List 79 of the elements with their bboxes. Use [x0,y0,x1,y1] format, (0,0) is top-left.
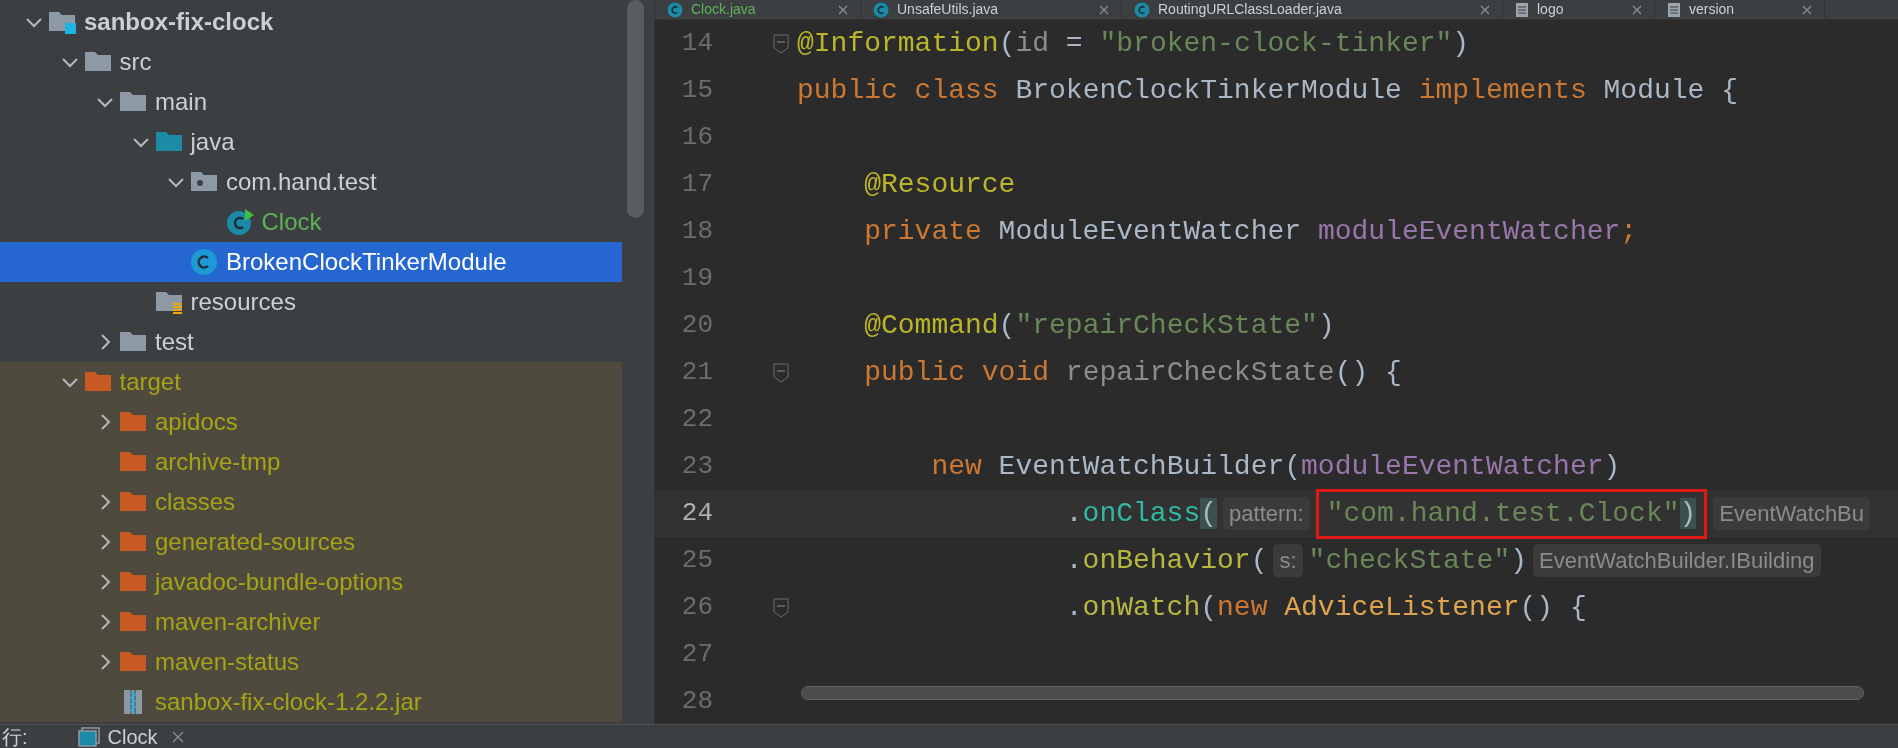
close-icon [1802,4,1812,15]
tree-item-label: src [119,47,152,77]
code-text: new EventWatchBuilder(moduleEventWatcher) [931,449,1621,484]
class-icon [190,248,218,276]
code-text: @Command("repairCheckState") [864,308,1335,343]
line-number: 15 [680,74,713,107]
tree-item-label: generated-sources [155,527,356,557]
tree-item[interactable]: sanbox-fix-clock [0,2,622,42]
class-icon [1134,1,1150,18]
tree-item-label: test [155,327,194,357]
editor-tab[interactable]: UnsafeUtils.java [861,0,1122,19]
editor-tab[interactable]: version [1655,0,1825,19]
tree-item-label: classes [155,487,236,517]
line-number: 28 [680,685,713,718]
scrollbar-thumb[interactable] [627,0,644,218]
line-number: 16 [680,121,713,154]
code-text: public void repairCheckState() { [864,355,1402,390]
tree-item-label: javadoc-bundle-options [155,567,404,597]
inlay-hint: pattern: [1223,497,1310,530]
inlay-hint: s: [1273,544,1303,577]
tree-item-label: BrokenClockTinkerModule [226,247,507,277]
line-number: 24 [680,497,713,530]
close-icon [838,4,848,15]
line-number: 17 [680,168,713,201]
editor-tab[interactable]: logo [1503,0,1655,19]
horizontal-scrollbar[interactable] [801,686,1864,700]
tree-item[interactable]: src [0,42,622,82]
class-icon [667,1,683,18]
close-icon [1632,4,1642,15]
line-number: 19 [680,262,713,295]
code-text: private ModuleEventWatcher moduleEventWatcher; [864,214,1638,249]
tree-item-label: target [119,367,181,397]
runnable-class-icon [225,208,254,236]
class-icon [873,1,889,18]
tool-window-label: 行: [2,724,28,748]
code-text: .onClass( [1065,496,1218,531]
line-number: 21 [680,356,713,389]
editor-tab[interactable]: Clock.java [655,0,861,19]
close-icon [171,730,184,743]
code-text: public class BrokenClockTinkerModule implements Module { [797,73,1738,108]
tree-item[interactable]: Clock [0,202,622,242]
code-text: .onBehavior( [1065,543,1268,578]
inlay-hint: EventWatchBu [1713,497,1871,530]
tree-item[interactable]: com.hand.test [0,162,622,202]
line-number: 25 [680,544,713,577]
tree-item-label: maven-status [155,647,300,677]
line-number: 20 [680,309,713,342]
tree-item-label: sanbox-fix-clock [84,7,274,37]
tree-item-label: main [155,87,208,117]
inlay-hint: EventWatchBuilder.IBuilding [1533,544,1821,577]
code-text: @Information(id = "broken-clock-tinker") [797,26,1470,61]
tree-item[interactable]: main [0,82,622,122]
code-text: "com.hand.test.Clock") [1326,496,1697,531]
code-text: "checkState") [1308,543,1528,578]
tree-item-label: archive-tmp [155,447,281,477]
tree-item-label: Clock [261,207,322,237]
tree-item-label: sanbox-fix-clock-1.2.2.jar [155,687,422,717]
tree-item-label: resources [190,287,296,317]
editor-tab[interactable]: RoutingURLClassLoader.java [1122,0,1503,19]
close-icon [1099,4,1109,15]
line-number: 18 [680,215,713,248]
close-icon [1480,4,1490,15]
line-number: 22 [680,403,713,436]
tree-item-label: java [190,127,235,157]
line-number: 14 [680,27,713,60]
tree-item[interactable]: java [0,122,622,162]
tree-item-label: apidocs [155,407,238,437]
code-text: @Resource [864,167,1016,202]
tree-item[interactable]: resources [0,282,622,322]
tree-item[interactable]: test [0,322,622,362]
console-window-icon [77,726,100,747]
tree-item-label: com.hand.test [226,167,377,197]
code-text: .onWatch(new AdviceListener() { [1065,590,1587,625]
run-tab[interactable]: Clock [71,725,190,748]
line-number: 26 [680,591,713,624]
tree-item-label: maven-archiver [155,607,321,637]
tree-item[interactable]: BrokenClockTinkerModule [0,242,622,282]
line-number: 23 [680,450,713,483]
line-number: 27 [680,638,713,671]
